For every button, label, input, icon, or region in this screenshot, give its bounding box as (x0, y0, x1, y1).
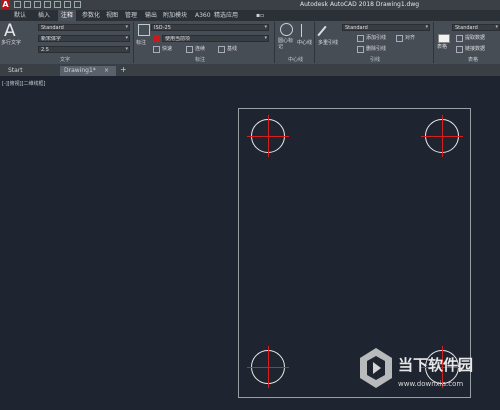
add-leader-icon[interactable] (357, 35, 364, 42)
tab-start[interactable]: Start (4, 66, 58, 76)
baseline-dim-label[interactable]: 基线 (227, 46, 237, 53)
continue-dim-icon[interactable] (186, 46, 193, 53)
undo-icon[interactable] (64, 1, 71, 8)
dimstyle-combo[interactable]: ISO-25 (151, 24, 269, 31)
center-mark-icon[interactable] (280, 23, 293, 36)
remove-leader-label[interactable]: 删除引线 (366, 46, 386, 53)
new-tab-button[interactable]: + (120, 65, 127, 74)
menu-item-annotate[interactable]: 注释 (58, 10, 77, 21)
save-icon[interactable] (34, 1, 41, 8)
tab-close-icon[interactable]: × (104, 67, 109, 74)
multiline-text-icon[interactable]: A (4, 22, 16, 40)
dim-layer-combo[interactable]: 使用当前项 (162, 35, 269, 42)
multileader-label[interactable]: 多重引线 (318, 40, 338, 47)
table-icon[interactable] (438, 34, 450, 43)
menu-item-insert[interactable]: 插入 (38, 10, 50, 21)
menu-item-view[interactable]: 视图 (106, 10, 118, 21)
extract-data-icon[interactable] (456, 35, 463, 42)
open-file-icon[interactable] (24, 1, 31, 8)
redo-icon[interactable] (74, 1, 81, 8)
panel-divider (433, 22, 434, 63)
centerline-icon[interactable] (301, 24, 302, 37)
plot-icon[interactable] (54, 1, 61, 8)
dim-panel-title[interactable]: 标注 (195, 56, 205, 64)
save-as-icon[interactable] (44, 1, 51, 8)
continue-dim-label[interactable]: 连续 (195, 46, 205, 53)
new-file-icon[interactable] (14, 1, 21, 8)
align-leader-label[interactable]: 对齐 (405, 35, 415, 42)
menu-item-featured-apps[interactable]: 精选应用 (214, 10, 238, 21)
multiline-text-label[interactable]: 多行文字 (1, 40, 21, 47)
leader-style-combo[interactable]: Standard (342, 24, 430, 31)
baseline-dim-icon[interactable] (218, 46, 225, 53)
extract-data-label[interactable]: 提取数据 (465, 35, 485, 42)
table-label[interactable]: 表格 (437, 44, 447, 51)
link-data-icon[interactable] (456, 46, 463, 53)
text-style-combo[interactable]: Standard (38, 24, 130, 31)
quick-dim-label[interactable]: 快速 (162, 46, 172, 53)
menu-item-addins[interactable]: 附加模块 (163, 10, 187, 21)
centerline-panel-title[interactable]: 中心线 (288, 56, 303, 64)
leader-panel-title[interactable]: 引线 (370, 56, 380, 64)
center-mark-label[interactable]: 圆心标记 (278, 38, 296, 50)
panel-divider (274, 22, 275, 63)
centerline-label[interactable]: 中心线 (297, 40, 312, 47)
menu-item-output[interactable]: 输出 (145, 10, 157, 21)
viewport-controls[interactable]: [-][俯视][二维线框] (2, 80, 46, 87)
dimension-icon[interactable] (138, 24, 150, 36)
remove-leader-icon[interactable] (357, 46, 364, 53)
panel-divider (314, 22, 315, 63)
menu-item-a360[interactable]: A360 (195, 10, 211, 21)
centerline-v (268, 346, 269, 388)
text-font-combo[interactable]: 新宋体字 (38, 35, 130, 42)
panel-divider (133, 22, 134, 63)
dimension-label[interactable]: 标注 (136, 40, 146, 47)
watermark-logo-icon (356, 346, 396, 390)
text-panel-title[interactable]: 文字 (60, 56, 70, 64)
watermark-name: 当下软件园 (398, 356, 474, 374)
align-leader-icon[interactable] (396, 35, 403, 42)
link-data-label[interactable]: 链接数据 (465, 46, 485, 53)
add-leader-label[interactable]: 添加引线 (366, 35, 386, 42)
layer-color-icon (153, 35, 160, 42)
autocad-logo-icon[interactable]: A (1, 0, 10, 9)
quick-dim-icon[interactable] (153, 46, 160, 53)
watermark-url: www.downxia.com (398, 380, 464, 388)
text-height-combo[interactable]: 2.5 (38, 46, 130, 53)
menu-item-manage[interactable]: 管理 (125, 10, 137, 21)
centerline-v (442, 115, 443, 157)
window-title: Autodesk AutoCAD 2018 Drawing1.dwg (300, 1, 420, 8)
menu-item-panel-toggle[interactable]: ▪▫ (256, 10, 264, 21)
table-panel-title[interactable]: 表格 (468, 56, 478, 64)
menu-item-parametric[interactable]: 参数化 (82, 10, 100, 21)
menu-item-home[interactable]: 默认 (14, 10, 26, 21)
centerline-v (268, 115, 269, 157)
table-style-combo[interactable]: Standard (452, 24, 500, 31)
